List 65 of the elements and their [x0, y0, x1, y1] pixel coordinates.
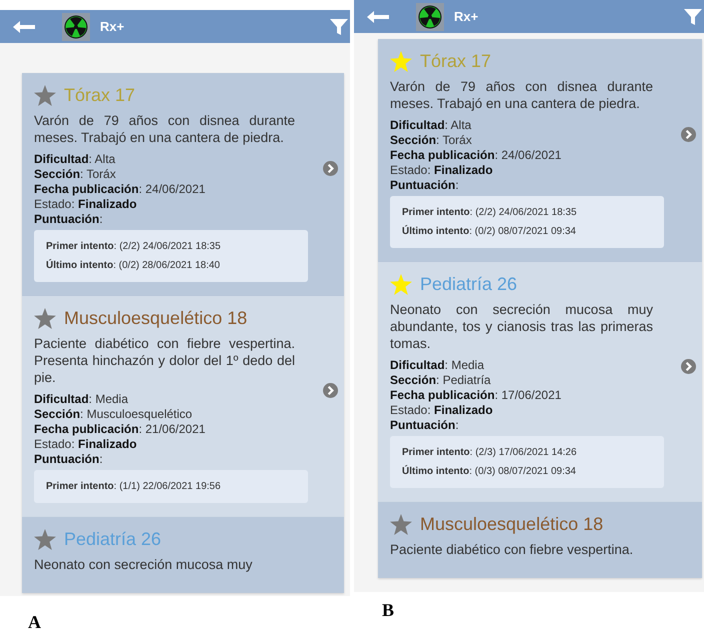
filled-star-icon[interactable] — [390, 51, 412, 72]
case-title: Pediatría 26 — [420, 274, 518, 295]
case-field: Sección: Toráx — [34, 167, 295, 182]
case-field: Fecha publicación: 24/06/2021 — [34, 182, 295, 197]
case-description: Varón de 79 años con disnea durante meses. Trabajó en una cantera de piedra. — [34, 112, 295, 146]
case-field: Puntuación: — [390, 178, 653, 193]
chevron-right-icon[interactable] — [681, 127, 696, 142]
case-description: Paciente diabético con fiebre vespertina. Presenta hinchazón y dolor del 1º dedo del pie. — [34, 335, 295, 386]
back-arrow-icon[interactable] — [366, 10, 390, 24]
app-title: Rx+ — [100, 19, 124, 34]
case-description: Paciente diabético con fiebre vespertina. — [390, 541, 634, 558]
case-card[interactable] — [22, 73, 344, 296]
case-description: Neonato con secreción mucosa muy — [34, 556, 254, 573]
chevron-right-icon[interactable] — [323, 161, 338, 176]
case-field: Puntuación: — [34, 452, 295, 467]
case-title: Musculoesquelético 18 — [420, 514, 604, 535]
case-field: Dificultad: Media — [390, 358, 653, 373]
filled-star-icon[interactable] — [390, 274, 412, 295]
case-title: Pediatría 26 — [64, 529, 162, 550]
case-field: Estado: Finalizado — [34, 197, 295, 212]
case-field: Sección: Toráx — [390, 133, 653, 148]
case-field: Dificultad: Alta — [390, 118, 653, 133]
case-field: Dificultad: Media — [34, 392, 295, 407]
case-field: Puntuación: — [34, 212, 295, 227]
filter-icon[interactable] — [330, 18, 348, 36]
case-card[interactable] — [378, 39, 702, 262]
chevron-right-icon[interactable] — [681, 358, 696, 374]
star-icon[interactable] — [390, 514, 412, 535]
case-field: Fecha publicación: 17/06/2021 — [390, 388, 653, 403]
radiation-logo-icon — [416, 2, 444, 30]
attempt-line: Primer intento: (2/3) 17/06/2021 14:26 — [402, 446, 578, 460]
case-field: Estado: Finalizado — [390, 403, 653, 418]
case-field: Fecha publicación: 24/06/2021 — [390, 148, 653, 163]
case-card[interactable] — [378, 262, 702, 502]
case-card[interactable] — [22, 296, 344, 517]
case-field: Dificultad: Alta — [34, 152, 295, 167]
case-description: Varón de 79 años con disnea durante meses. Trabajó en una cantera de piedra. — [390, 78, 653, 112]
radiation-logo-icon — [62, 12, 90, 40]
attempt-line: Primer intento: (1/1) 22/06/2021 19:56 — [46, 480, 222, 494]
app-title: Rx+ — [454, 9, 478, 24]
chevron-right-icon[interactable] — [323, 383, 338, 398]
case-field: Sección: Musculoesquelético — [34, 407, 295, 422]
case-description: Neonato con secreción mucosa muy abundante, tos y cianosis tras las primeras tomas. — [390, 301, 653, 352]
star-icon[interactable] — [34, 308, 56, 329]
case-field: Estado: Finalizado — [34, 437, 295, 452]
star-icon[interactable] — [34, 85, 56, 106]
attempt-line: Último intento: (0/3) 08/07/2021 09:34 — [402, 464, 577, 479]
star-icon[interactable] — [34, 529, 56, 550]
case-card[interactable]: Musculoesquelético 18 Paciente diabético con fiebre vespertina. — [378, 502, 702, 578]
case-field: Estado: Finalizado — [390, 163, 653, 178]
panel-label: A — [27, 611, 42, 633]
case-title: Tórax 17 — [420, 51, 492, 72]
filter-icon[interactable] — [684, 8, 702, 26]
attempt-line: Primer intento: (2/2) 24/06/2021 18:35 — [402, 206, 578, 220]
case-title: Tórax 17 — [64, 85, 136, 106]
attempt-line: Último intento: (0/2) 08/07/2021 09:34 — [402, 224, 577, 239]
case-card[interactable]: Pediatría 26 Neonato con secreción mucosa muy — [22, 517, 344, 593]
case-title: Musculoesquelético 18 — [64, 308, 248, 329]
back-arrow-icon[interactable] — [12, 20, 36, 34]
panel-label: B — [381, 599, 396, 621]
case-field: Fecha publicación: 21/06/2021 — [34, 422, 295, 437]
attempt-line: Último intento: (0/2) 28/06/2021 18:40 — [46, 258, 221, 273]
case-field: Sección: Pediatría — [390, 373, 653, 388]
case-field: Puntuación: — [390, 418, 653, 433]
attempt-line: Primer intento: (2/2) 24/06/2021 18:35 — [46, 240, 222, 254]
